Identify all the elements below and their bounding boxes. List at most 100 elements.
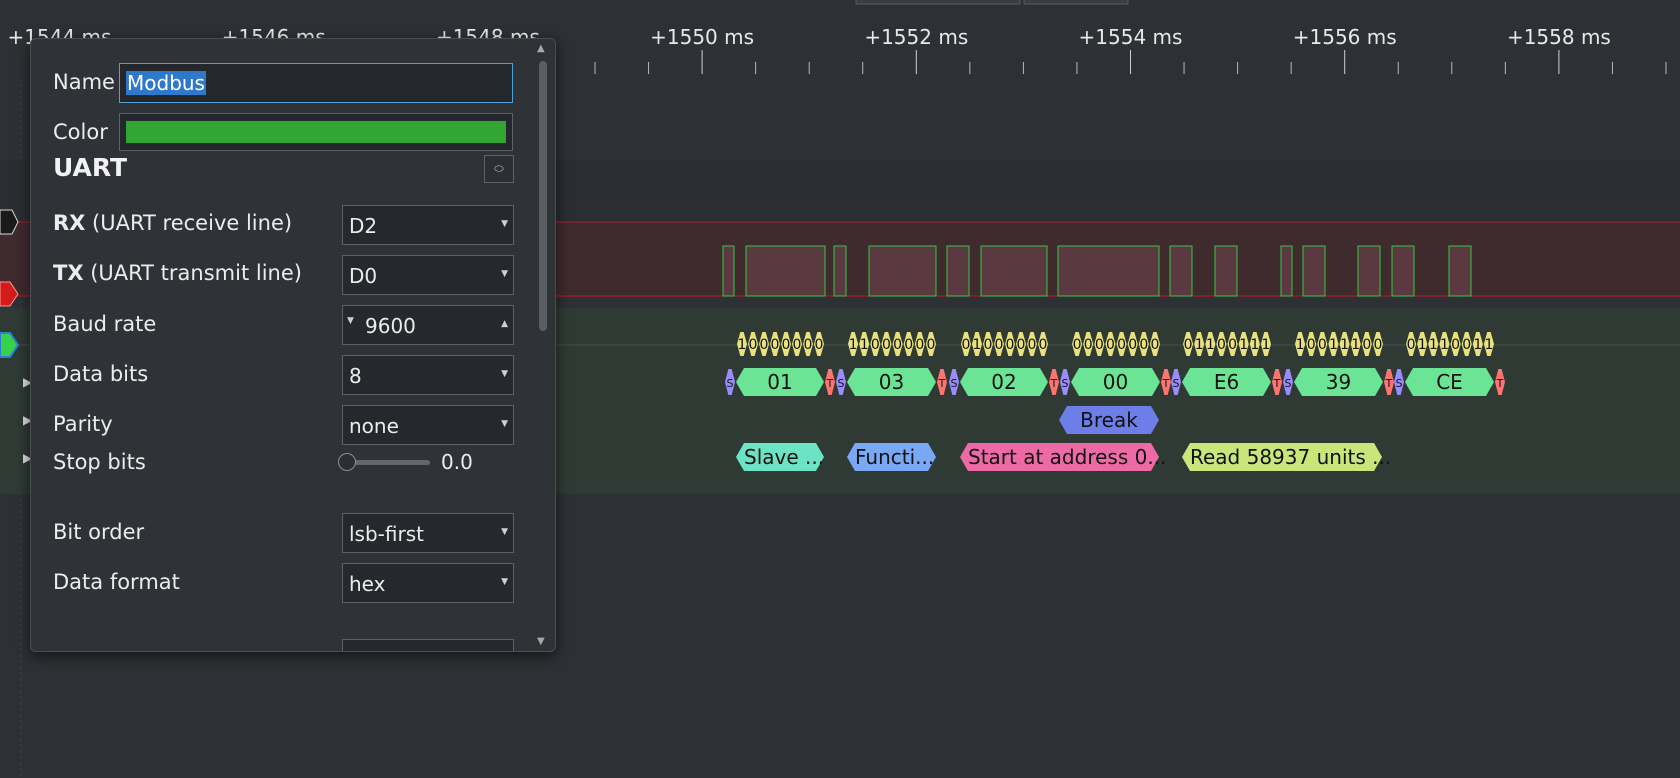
name-input-selected-text: Modbus [126, 71, 206, 95]
data-bit-label: 1 [1250, 337, 1259, 353]
data-bit-label: 0 [1006, 337, 1015, 353]
data-bit-label: 0 [1307, 337, 1316, 353]
data-bit-label: 1 [1239, 337, 1248, 353]
data-bit-label: 0 [1228, 337, 1237, 353]
stop-bits-slider-handle[interactable] [338, 453, 356, 471]
rx-trace-pulse [1391, 245, 1415, 297]
chevron-down-icon: ▼ [501, 269, 508, 279]
bit-order-value: lsb-first [349, 522, 424, 546]
data-bit-label: 0 [962, 337, 971, 353]
data-bit-label: 0 [1150, 337, 1159, 353]
rx-trace [722, 245, 1472, 297]
protocol-annotation-label: Slave ... [744, 445, 824, 469]
color-swatch [126, 121, 506, 143]
data-bit-label: 0 [1128, 337, 1137, 353]
rx-trace-pulse [1057, 245, 1160, 297]
data-bit-label: 0 [1106, 337, 1115, 353]
stop-bit-label: T [1273, 377, 1281, 390]
data-bit-label: 0 [793, 337, 802, 353]
stop-bit-label: T [1496, 377, 1504, 390]
data-bit-label: 1 [860, 337, 869, 353]
panel-scrollbar[interactable]: ▲ ▼ [533, 39, 555, 651]
data-byte-label: E6 [1214, 370, 1239, 394]
stop-bits-value: 0.0 [441, 450, 473, 474]
show-hide-toggle-button[interactable]: ⬭ [484, 155, 514, 183]
ruler-label: +1552 ms [864, 25, 968, 49]
data-bit-label: 0 [882, 337, 891, 353]
chevron-down-icon: ▼ [501, 419, 508, 429]
rx-trace-pulse [946, 245, 970, 297]
next-option-select[interactable] [342, 639, 514, 651]
tx-label: TX (UART transmit line) [53, 261, 302, 285]
data-bit-label: 1 [1484, 337, 1493, 353]
data-bit-label: 1 [1329, 337, 1338, 353]
baud-rate-spinbox[interactable]: ▼ 9600 ▲ [342, 305, 514, 345]
data-bit-label: 0 [926, 337, 935, 353]
data-format-label: Data format [53, 570, 180, 594]
data-bit-label: 1 [1296, 337, 1305, 353]
data-bit-label: 0 [1017, 337, 1026, 353]
break-label: Break [1080, 408, 1138, 432]
stop-bit-label: T [1162, 377, 1170, 390]
data-bit-label: 1 [1195, 337, 1204, 353]
data-byte-label: CE [1436, 370, 1463, 394]
rx-label-text: (UART receive line) [85, 211, 293, 235]
data-bit-label: 0 [871, 337, 880, 353]
rx-trace-pulse [1169, 245, 1193, 297]
bit-order-select[interactable]: lsb-first ▼ [342, 513, 514, 553]
data-byte-label: 01 [767, 370, 792, 394]
decoder-properties-popup[interactable]: Name Modbus Color UART ⬭ RX (UART receiv… [30, 38, 556, 652]
data-bit-label: 0 [771, 337, 780, 353]
data-bit-label: 0 [1217, 337, 1226, 353]
data-bit-label: 0 [1407, 337, 1416, 353]
rx-trace-pulse [1357, 245, 1381, 297]
rx-trace-pulse [1214, 245, 1238, 297]
scrollbar-thumb[interactable] [539, 61, 547, 331]
spin-down-icon[interactable]: ▼ [347, 316, 354, 326]
stop-bit-label: T [826, 377, 834, 390]
data-bit-label: 0 [984, 337, 993, 353]
chevron-down-icon: ▼ [501, 527, 508, 537]
data-bit-label: 0 [1073, 337, 1082, 353]
data-bits-select[interactable]: 8 ▼ [342, 355, 514, 395]
data-bit-label: 0 [915, 337, 924, 353]
ruler-label: +1554 ms [1079, 25, 1183, 49]
start-bit-label: S [1285, 377, 1292, 390]
rx-select[interactable]: D2 ▼ [342, 205, 514, 245]
data-bit-label: 1 [1351, 337, 1360, 353]
rx-trace-pulse [980, 245, 1048, 297]
data-byte-label: 39 [1326, 370, 1351, 394]
eye-icon: ⬭ [494, 162, 504, 175]
stop-bits-slider[interactable] [346, 460, 430, 465]
data-bit-label: 0 [1139, 337, 1148, 353]
stop-bits-label: Stop bits [53, 450, 146, 474]
scroll-up-icon[interactable]: ▲ [537, 43, 545, 54]
data-bit-label: 1 [1418, 337, 1427, 353]
data-bit-label: 1 [1340, 337, 1349, 353]
rx-label-bold: RX [53, 211, 86, 235]
spin-up-icon[interactable]: ▲ [501, 319, 508, 329]
scroll-down-icon[interactable]: ▼ [537, 636, 545, 647]
parity-select[interactable]: none ▼ [342, 405, 514, 445]
data-bit-label: 1 [973, 337, 982, 353]
data-bit-label: 0 [1462, 337, 1471, 353]
tx-label-bold: TX [53, 261, 84, 285]
rx-trace-pulse [1280, 245, 1293, 297]
data-bit-label: 0 [904, 337, 913, 353]
start-bit-label: S [1396, 377, 1403, 390]
start-bit-label: S [951, 377, 958, 390]
tx-label-text: (UART transmit line) [83, 261, 302, 285]
data-bit-label: 1 [1429, 337, 1438, 353]
stop-bit-label: T [938, 377, 946, 390]
data-bit-label: 0 [760, 337, 769, 353]
color-picker[interactable] [119, 113, 513, 151]
rx-trace-pulse [833, 245, 847, 297]
tx-select[interactable]: D0 ▼ [342, 255, 514, 295]
name-input[interactable]: Modbus [119, 63, 513, 103]
data-bit-label: 0 [1039, 337, 1048, 353]
data-bit-label: 0 [1117, 337, 1126, 353]
data-bit-label: 1 [1206, 337, 1215, 353]
parity-value: none [349, 414, 399, 438]
ruler-label: +1558 ms [1507, 25, 1611, 49]
data-format-select[interactable]: hex ▼ [342, 563, 514, 603]
